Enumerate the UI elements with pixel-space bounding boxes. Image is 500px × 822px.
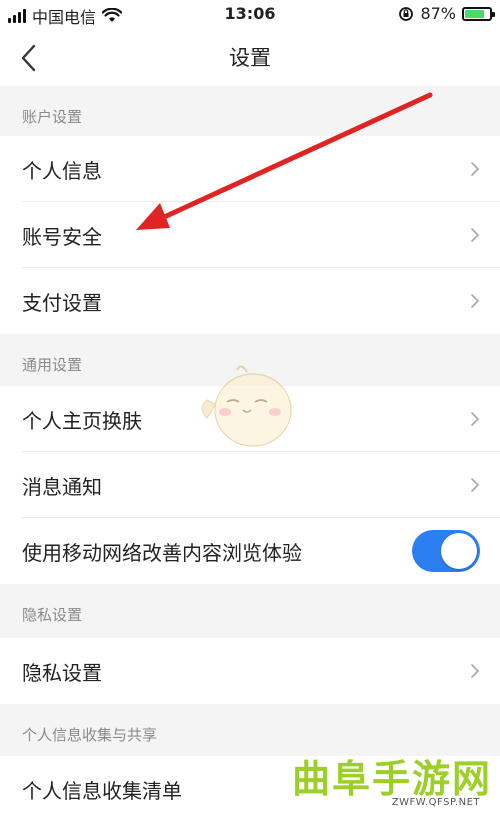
section-header-info-sharing: 个人信息收集与共享: [0, 704, 500, 754]
row-label: 消息通知: [22, 475, 102, 499]
section-header-label: 账户设置: [22, 108, 83, 126]
status-right: 87%: [398, 4, 495, 23]
orientation-lock-icon: [399, 6, 414, 21]
watermark-title: 曲阜手游网: [291, 757, 492, 801]
section-header-label: 个人信息收集与共享: [22, 726, 158, 744]
section-header-privacy: 隐私设置: [0, 584, 500, 634]
chevron-right-icon: [471, 228, 480, 242]
chevron-right-icon: [471, 162, 480, 176]
row-payment-settings[interactable]: 支付设置: [0, 268, 500, 334]
chevron-right-icon: [471, 478, 480, 492]
row-personal-info[interactable]: 个人信息: [0, 136, 500, 202]
battery-icon: [462, 6, 495, 21]
section-header-account: 账户设置: [0, 86, 500, 136]
status-bar: 中国电信 13:06 87%: [0, 0, 500, 30]
row-notifications[interactable]: 消息通知: [0, 452, 500, 518]
chevron-right-icon: [471, 412, 480, 426]
watermark-url: ZWFW.QFSP.NET: [391, 797, 480, 808]
row-label: 使用移动网络改善内容浏览体验: [22, 541, 302, 565]
page-title: 设置: [229, 46, 271, 70]
chevron-right-icon: [471, 664, 480, 678]
row-label: 隐私设置: [22, 661, 102, 685]
mobile-network-toggle[interactable]: [412, 530, 480, 572]
row-label: 个人主页换肤: [22, 409, 142, 433]
row-label: 账号安全: [22, 225, 102, 249]
section-header-label: 隐私设置: [22, 606, 83, 624]
section-header-label: 通用设置: [22, 356, 83, 374]
site-watermark: 曲阜手游网 ZWFW.QFSP.NET: [282, 748, 492, 810]
row-label: 个人信息: [22, 159, 102, 183]
battery-percent: 87%: [420, 4, 456, 23]
row-privacy-settings[interactable]: 隐私设置: [0, 638, 500, 704]
chevron-right-icon: [471, 294, 480, 308]
row-account-security[interactable]: 账号安全: [0, 202, 500, 268]
toggle-knob: [441, 533, 477, 569]
row-label: 个人信息收集清单: [22, 779, 182, 803]
nav-bar: 设置: [0, 30, 500, 87]
row-label: 支付设置: [22, 291, 102, 315]
mascot-watermark-image: [201, 365, 292, 447]
row-mobile-network: 使用移动网络改善内容浏览体验: [0, 518, 500, 584]
